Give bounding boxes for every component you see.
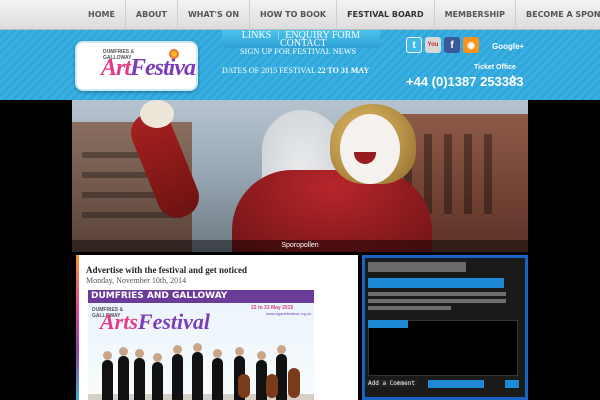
sidebar-link[interactable] <box>368 278 504 288</box>
musician-figure <box>134 349 145 400</box>
google-plus-link[interactable]: Google+ <box>492 42 524 51</box>
festival-dates-label: DATES OF 2015 FESTIVAL <box>222 66 316 75</box>
logo-word-arts: Art <box>101 55 131 81</box>
nav-links[interactable]: LINKS <box>236 30 277 48</box>
nav-how-to-book[interactable]: HOW TO BOOK <box>250 0 338 30</box>
post-image-logo: ArtsFestival <box>100 309 210 335</box>
logo-wordmark: ArtFestival <box>101 55 198 82</box>
post-image-logo-word-arts: Arts <box>100 309 138 334</box>
rss-icon[interactable]: ◉ <box>463 37 479 53</box>
twitter-icon[interactable]: t <box>406 37 422 53</box>
musician-figure <box>118 347 129 400</box>
nav-whats-on[interactable]: WHAT'S ON <box>178 0 251 30</box>
festival-dates: DATES OF 2015 FESTIVAL 22 TO 31 MAY <box>222 66 369 75</box>
nav-home[interactable]: HOME <box>78 0 126 30</box>
sidebar-title-bar <box>368 262 466 272</box>
cello-icon <box>238 374 250 398</box>
ticket-office-phone[interactable]: +44 (0)1387 253383 <box>406 74 523 89</box>
sidebar-text-line <box>368 292 506 296</box>
top-navigation: HOME ABOUT WHAT'S ON HOW TO BOOK FESTIVA… <box>0 0 600 30</box>
sidebar-text-line <box>368 299 506 303</box>
musician-figure <box>102 351 113 400</box>
nav-become-a-sponsor[interactable]: BECOME A SPONSOR <box>516 0 600 30</box>
sidebar-small-link[interactable] <box>368 320 408 328</box>
slider-prev-arrow-icon[interactable]: ‹ <box>76 66 84 90</box>
top-nav-items: HOME ABOUT WHAT'S ON HOW TO BOOK FESTIVA… <box>78 0 600 30</box>
post-image-logo-word-festival: Festival <box>137 309 211 334</box>
musician-figure <box>212 349 223 400</box>
musician-figure <box>172 345 183 400</box>
social-icons: t You f ◉ <box>406 37 479 53</box>
post-title[interactable]: Advertise with the festival and get noti… <box>86 265 247 275</box>
facebook-icon[interactable]: f <box>444 37 460 53</box>
cello-icon <box>288 368 300 398</box>
slider-next-arrow-icon[interactable]: › <box>510 66 518 90</box>
post-image-musicians <box>88 339 314 400</box>
festival-logo[interactable]: DUMFRIES & GALLOWAY ArtFestival <box>75 41 198 91</box>
logo-word-festival: Festival <box>130 55 198 81</box>
slider-caption: Sporopollen <box>72 240 528 252</box>
hero-slider[interactable] <box>72 100 528 252</box>
cello-icon <box>266 374 278 398</box>
sidebar-text-line <box>368 306 451 310</box>
slider-photo-face <box>340 114 400 184</box>
post-image-url: www.dgartsfestival.org.uk <box>266 311 312 316</box>
nav-festival-board[interactable]: FESTIVAL BOARD <box>337 0 435 30</box>
musician-figure <box>192 343 203 400</box>
sidebar-chip-link[interactable] <box>428 380 484 388</box>
sidebar-text-lines <box>368 292 506 313</box>
post-date: Monday, November 10th, 2014 <box>86 276 187 285</box>
youtube-icon[interactable]: You <box>425 37 441 53</box>
nav-about[interactable]: ABOUT <box>126 0 178 30</box>
sidebar-chip-link[interactable] <box>505 380 519 388</box>
festival-dates-value: 22 TO 31 MAY <box>317 66 370 75</box>
post-image-banner: DUMFRIES AND GALLOWAY <box>88 290 314 303</box>
sun-icon <box>169 49 179 59</box>
signup-festival-news-link[interactable]: SIGN UP FOR FESTIVAL NEWS <box>240 47 356 56</box>
nav-membership[interactable]: MEMBERSHIP <box>435 0 516 30</box>
add-comment-link[interactable]: Add a Comment <box>366 380 417 387</box>
post-image[interactable]: DUMFRIES & GALLOWAY ArtsFestival 22 to 3… <box>88 303 314 400</box>
sidebar-video-embed[interactable] <box>368 320 518 376</box>
slider-photo-hand <box>140 100 174 128</box>
musician-figure <box>152 353 163 400</box>
